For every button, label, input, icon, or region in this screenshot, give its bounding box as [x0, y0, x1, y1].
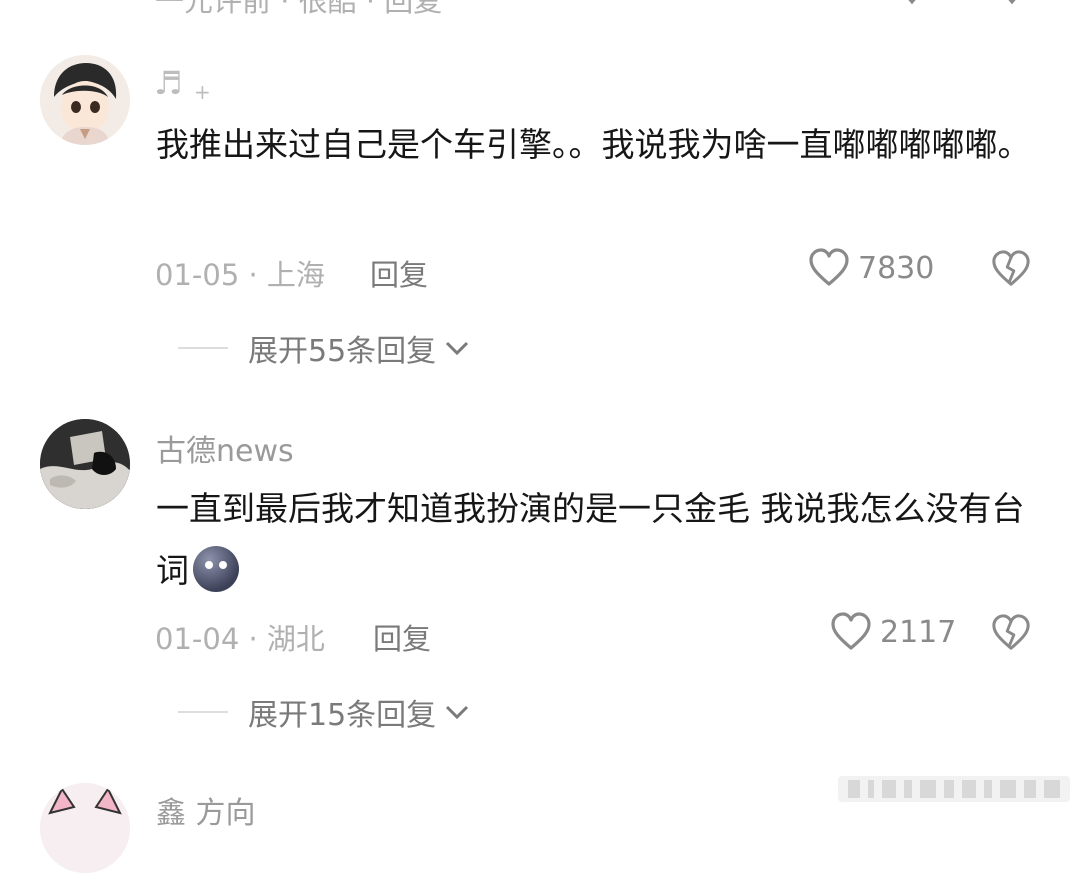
comment-date-location: 01-04 · 湖北	[155, 616, 325, 658]
broken-heart-icon[interactable]	[991, 249, 1031, 289]
like-button[interactable]: 2117	[830, 612, 956, 652]
avatar[interactable]	[40, 55, 130, 145]
chevron-down-icon	[446, 341, 469, 356]
photo-avatar-icon	[40, 419, 130, 509]
heart-icon	[809, 248, 849, 286]
date-location-text: 01-04 · 湖北	[155, 622, 325, 656]
broken-heart-icon[interactable]	[991, 613, 1031, 653]
like-count: 2117	[880, 614, 957, 650]
comment-date-location: 01-05 · 上海	[155, 252, 325, 294]
heart-icon-partial[interactable]	[892, 0, 932, 6]
username[interactable]: 古德news	[156, 426, 294, 470]
previous-comment-meta: 一元评前 · 很酷 · 回复	[155, 0, 442, 20]
anime-boy-avatar-icon	[40, 55, 130, 145]
username-plus: +	[194, 80, 211, 104]
expand-replies-button[interactable]: 展开55条回复	[178, 326, 470, 370]
reply-label: 回复	[373, 622, 432, 656]
expand-replies-label: 展开55条回复	[248, 334, 437, 369]
reply-button[interactable]: 回复	[370, 252, 428, 294]
comment-text-content: 我推出来过自己是个车引擎。。我说我为啥一直嘟嘟嘟嘟嘟。	[156, 125, 1031, 164]
like-button[interactable]: 7830	[808, 248, 934, 288]
date-location-text: 01-05 · 上海	[155, 258, 325, 292]
comment-text: 我推出来过自己是个车引擎。。我说我为啥一直嘟嘟嘟嘟嘟。	[156, 114, 1036, 176]
cat-avatar-icon	[40, 783, 130, 873]
expand-replies-button[interactable]: 展开15条回复	[178, 690, 470, 734]
comment-text: 一直到最后我才知道我扮演的是一只金毛 我说我怎么没有台词	[156, 478, 1036, 602]
heart-icon	[831, 612, 871, 650]
reply-button[interactable]: 回复	[373, 616, 431, 658]
reply-label: 回复	[370, 258, 429, 292]
username-text: 鑫 方向	[156, 796, 256, 831]
divider-line	[178, 711, 228, 713]
broken-heart-icon-partial[interactable]	[992, 0, 1032, 6]
watermark-logo-icon	[838, 776, 1070, 802]
chevron-down-icon	[446, 705, 469, 720]
expand-replies-label: 展开15条回复	[248, 698, 437, 733]
username-text: 古德news	[156, 434, 294, 469]
avatar[interactable]	[40, 783, 130, 873]
username[interactable]: 鑫 方向	[156, 788, 256, 832]
comment-text-content: 一直到最后我才知道我扮演的是一只金毛 我说我怎么没有台词	[156, 489, 1025, 590]
moon-face-emoji-icon	[193, 546, 239, 592]
avatar[interactable]	[40, 419, 130, 509]
previous-comment-meta-text: 一元评前 · 很酷 · 回复	[155, 0, 443, 18]
like-count: 7830	[858, 250, 935, 286]
music-note-icon: ♬	[154, 64, 183, 102]
divider-line	[178, 347, 228, 349]
